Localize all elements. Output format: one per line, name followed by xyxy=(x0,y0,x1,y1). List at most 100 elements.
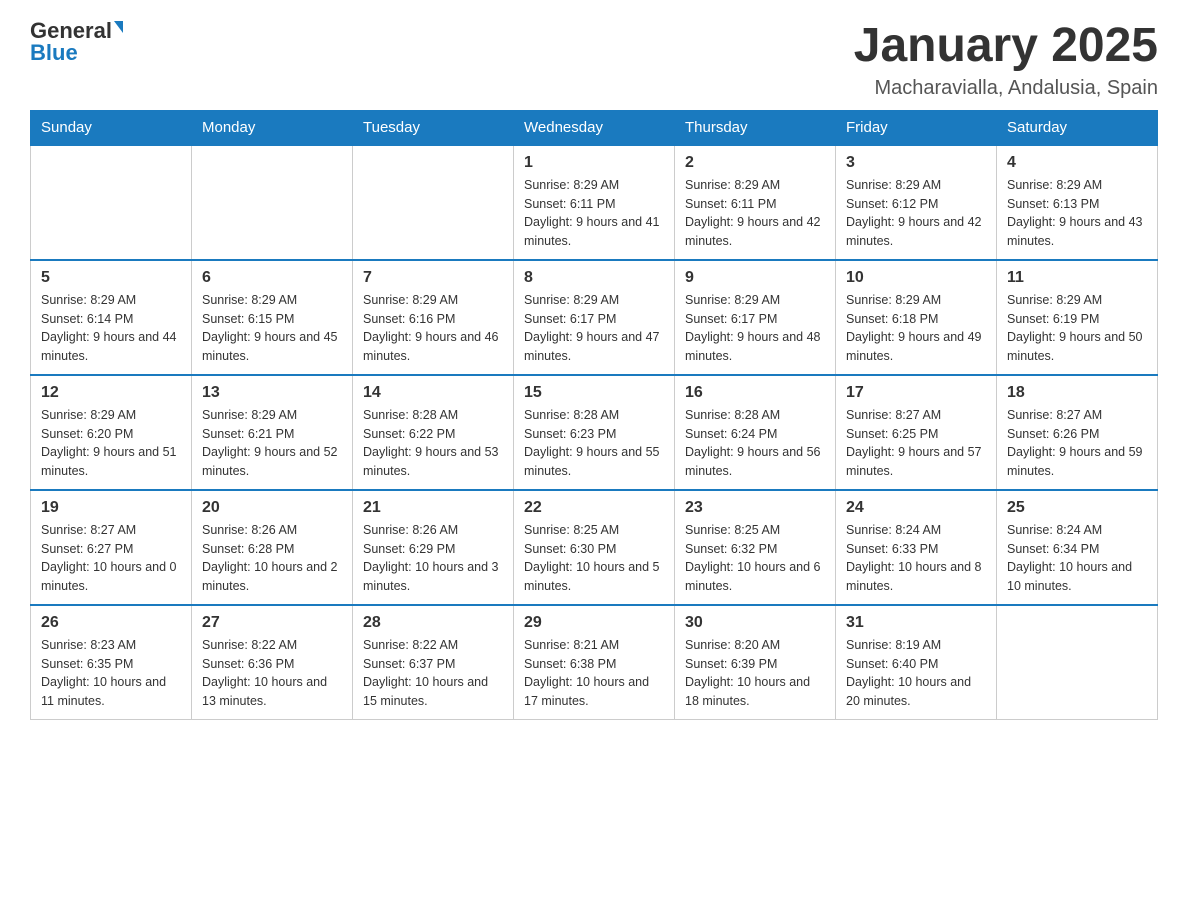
calendar-week-row: 12Sunrise: 8:29 AMSunset: 6:20 PMDayligh… xyxy=(31,375,1158,490)
calendar-day-21: 21 Sunrise: 8:26 AMSunset: 6:29 PMDayligh… xyxy=(353,490,514,605)
day-number: 21 xyxy=(363,499,503,517)
day-info: Sunrise: 8:27 AMSunset: 6:25 PMDaylight:… xyxy=(846,406,986,481)
day-number: 5 xyxy=(41,269,181,287)
day-number: 27 xyxy=(202,614,342,632)
calendar-day-31: 31 Sunrise: 8:19 AMSunset: 6:40 PMDayligh… xyxy=(836,605,997,720)
day-number: 13 xyxy=(202,384,342,402)
day-number: 9 xyxy=(685,269,825,287)
calendar-day-22: 22Sunrise: 8:25 AMSunset: 6:30 PMDayligh… xyxy=(514,490,675,605)
calendar-header-thursday: Thursday xyxy=(675,110,836,145)
day-info: Sunrise: 8:24 AMSunset: 6:34 PMDaylight:… xyxy=(1007,521,1147,596)
day-number: 12 xyxy=(41,384,181,402)
calendar-day-1: 1 Sunrise: 8:29 AMSunset: 6:11 PMDaylight… xyxy=(514,145,675,260)
calendar-day-20: 20 Sunrise: 8:26 AMSunset: 6:28 PMDayligh… xyxy=(192,490,353,605)
day-number: 31 xyxy=(846,614,986,632)
calendar-day-11: 11Sunrise: 8:29 AMSunset: 6:19 PMDayligh… xyxy=(997,260,1158,375)
day-number: 2 xyxy=(685,154,825,172)
calendar-header-friday: Friday xyxy=(836,110,997,145)
calendar-day-13: 13 Sunrise: 8:29 AMSunset: 6:21 PMDayligh… xyxy=(192,375,353,490)
calendar-header-saturday: Saturday xyxy=(997,110,1158,145)
day-number: 4 xyxy=(1007,154,1147,172)
day-info: Sunrise: 8:29 AMSunset: 6:18 PMDaylight:… xyxy=(846,291,986,366)
calendar-empty-cell xyxy=(353,145,514,260)
page-header: General Blue January 2025 Macharavialla,… xyxy=(30,20,1158,100)
day-number: 1 xyxy=(524,154,664,172)
calendar-day-8: 8Sunrise: 8:29 AMSunset: 6:17 PMDaylight… xyxy=(514,260,675,375)
day-number: 19 xyxy=(41,499,181,517)
calendar-day-7: 7 Sunrise: 8:29 AMSunset: 6:16 PMDaylight… xyxy=(353,260,514,375)
logo-general: General xyxy=(30,20,112,42)
calendar-empty-cell xyxy=(997,605,1158,720)
calendar-day-4: 4 Sunrise: 8:29 AMSunset: 6:13 PMDaylight… xyxy=(997,145,1158,260)
calendar-header-wednesday: Wednesday xyxy=(514,110,675,145)
day-info: Sunrise: 8:28 AMSunset: 6:22 PMDaylight:… xyxy=(363,406,503,481)
day-number: 3 xyxy=(846,154,986,172)
calendar-week-row: 5 Sunrise: 8:29 AMSunset: 6:14 PMDaylight… xyxy=(31,260,1158,375)
day-number: 28 xyxy=(363,614,503,632)
calendar-header-monday: Monday xyxy=(192,110,353,145)
day-number: 22 xyxy=(524,499,664,517)
calendar-empty-cell xyxy=(31,145,192,260)
day-number: 15 xyxy=(524,384,664,402)
logo-blue: Blue xyxy=(30,42,78,64)
day-number: 29 xyxy=(524,614,664,632)
day-info: Sunrise: 8:29 AMSunset: 6:17 PMDaylight:… xyxy=(524,291,664,366)
day-info: Sunrise: 8:29 AMSunset: 6:12 PMDaylight:… xyxy=(846,176,986,251)
day-info: Sunrise: 8:29 AMSunset: 6:11 PMDaylight:… xyxy=(524,176,664,251)
title-area: January 2025 Macharavialla, Andalusia, S… xyxy=(854,20,1158,100)
day-info: Sunrise: 8:28 AMSunset: 6:23 PMDaylight:… xyxy=(524,406,664,481)
calendar-day-5: 5 Sunrise: 8:29 AMSunset: 6:14 PMDaylight… xyxy=(31,260,192,375)
calendar-week-row: 1 Sunrise: 8:29 AMSunset: 6:11 PMDaylight… xyxy=(31,145,1158,260)
day-number: 11 xyxy=(1007,269,1147,287)
calendar-day-19: 19 Sunrise: 8:27 AMSunset: 6:27 PMDayligh… xyxy=(31,490,192,605)
calendar-day-3: 3 Sunrise: 8:29 AMSunset: 6:12 PMDaylight… xyxy=(836,145,997,260)
calendar-week-row: 26Sunrise: 8:23 AMSunset: 6:35 PMDayligh… xyxy=(31,605,1158,720)
calendar-day-6: 6 Sunrise: 8:29 AMSunset: 6:15 PMDaylight… xyxy=(192,260,353,375)
calendar-day-28: 28 Sunrise: 8:22 AMSunset: 6:37 PMDayligh… xyxy=(353,605,514,720)
calendar-day-2: 2Sunrise: 8:29 AMSunset: 6:11 PMDaylight… xyxy=(675,145,836,260)
day-info: Sunrise: 8:29 AMSunset: 6:15 PMDaylight:… xyxy=(202,291,342,366)
calendar-day-18: 18Sunrise: 8:27 AMSunset: 6:26 PMDayligh… xyxy=(997,375,1158,490)
calendar-day-25: 25 Sunrise: 8:24 AMSunset: 6:34 PMDayligh… xyxy=(997,490,1158,605)
day-number: 24 xyxy=(846,499,986,517)
calendar-day-15: 15 Sunrise: 8:28 AMSunset: 6:23 PMDayligh… xyxy=(514,375,675,490)
calendar-day-12: 12Sunrise: 8:29 AMSunset: 6:20 PMDayligh… xyxy=(31,375,192,490)
day-number: 30 xyxy=(685,614,825,632)
day-number: 14 xyxy=(363,384,503,402)
day-info: Sunrise: 8:27 AMSunset: 6:27 PMDaylight:… xyxy=(41,521,181,596)
calendar-day-30: 30Sunrise: 8:20 AMSunset: 6:39 PMDayligh… xyxy=(675,605,836,720)
calendar-header-sunday: Sunday xyxy=(31,110,192,145)
day-info: Sunrise: 8:21 AMSunset: 6:38 PMDaylight:… xyxy=(524,636,664,711)
day-number: 6 xyxy=(202,269,342,287)
day-info: Sunrise: 8:22 AMSunset: 6:36 PMDaylight:… xyxy=(202,636,342,711)
day-info: Sunrise: 8:29 AMSunset: 6:16 PMDaylight:… xyxy=(363,291,503,366)
day-number: 10 xyxy=(846,269,986,287)
day-info: Sunrise: 8:29 AMSunset: 6:14 PMDaylight:… xyxy=(41,291,181,366)
calendar-day-27: 27 Sunrise: 8:22 AMSunset: 6:36 PMDayligh… xyxy=(192,605,353,720)
day-info: Sunrise: 8:28 AMSunset: 6:24 PMDaylight:… xyxy=(685,406,825,481)
day-info: Sunrise: 8:29 AMSunset: 6:21 PMDaylight:… xyxy=(202,406,342,481)
day-number: 16 xyxy=(685,384,825,402)
calendar-week-row: 19 Sunrise: 8:27 AMSunset: 6:27 PMDayligh… xyxy=(31,490,1158,605)
day-info: Sunrise: 8:26 AMSunset: 6:29 PMDaylight:… xyxy=(363,521,503,596)
day-info: Sunrise: 8:23 AMSunset: 6:35 PMDaylight:… xyxy=(41,636,181,711)
calendar-header-row: SundayMondayTuesdayWednesdayThursdayFrid… xyxy=(31,110,1158,145)
day-info: Sunrise: 8:29 AMSunset: 6:13 PMDaylight:… xyxy=(1007,176,1147,251)
day-info: Sunrise: 8:26 AMSunset: 6:28 PMDaylight:… xyxy=(202,521,342,596)
calendar-day-14: 14 Sunrise: 8:28 AMSunset: 6:22 PMDayligh… xyxy=(353,375,514,490)
calendar-day-17: 17 Sunrise: 8:27 AMSunset: 6:25 PMDayligh… xyxy=(836,375,997,490)
day-number: 20 xyxy=(202,499,342,517)
day-info: Sunrise: 8:22 AMSunset: 6:37 PMDaylight:… xyxy=(363,636,503,711)
day-info: Sunrise: 8:19 AMSunset: 6:40 PMDaylight:… xyxy=(846,636,986,711)
month-title: January 2025 xyxy=(854,20,1158,73)
calendar-header-tuesday: Tuesday xyxy=(353,110,514,145)
calendar-day-16: 16 Sunrise: 8:28 AMSunset: 6:24 PMDayligh… xyxy=(675,375,836,490)
day-number: 7 xyxy=(363,269,503,287)
day-number: 25 xyxy=(1007,499,1147,517)
day-info: Sunrise: 8:25 AMSunset: 6:32 PMDaylight:… xyxy=(685,521,825,596)
day-number: 17 xyxy=(846,384,986,402)
logo: General Blue xyxy=(30,20,123,64)
logo-triangle-icon xyxy=(114,21,123,33)
calendar-day-24: 24Sunrise: 8:24 AMSunset: 6:33 PMDayligh… xyxy=(836,490,997,605)
day-info: Sunrise: 8:27 AMSunset: 6:26 PMDaylight:… xyxy=(1007,406,1147,481)
